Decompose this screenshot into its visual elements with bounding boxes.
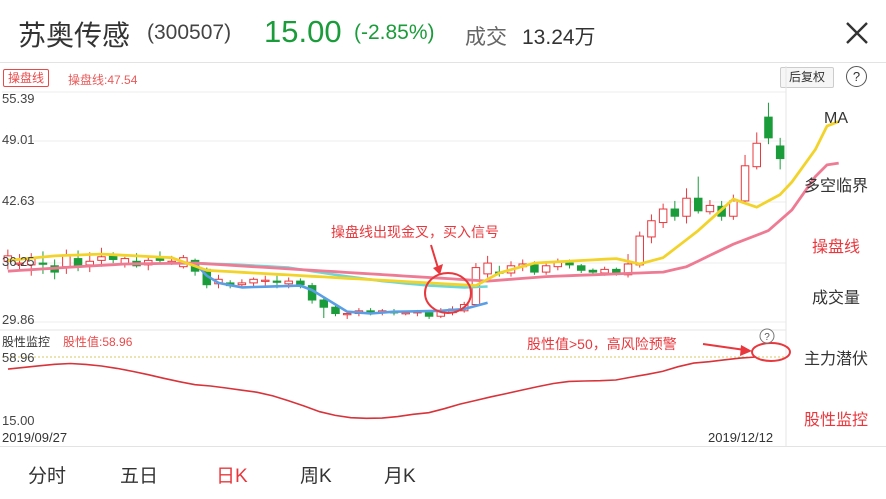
candle-up (97, 256, 106, 261)
tab-weekly-k[interactable]: 周K (300, 461, 332, 488)
side-item-trading-line[interactable]: 操盘线 (790, 233, 882, 257)
candle-down (588, 269, 598, 273)
candle-up (342, 313, 352, 316)
candle-down (272, 280, 282, 283)
y-tick-label: 42.63 (2, 193, 35, 208)
candle-down (693, 197, 703, 212)
y-tick-label: 36.25 (2, 254, 35, 269)
y-tick-label: 29.86 (2, 312, 35, 327)
golden-cross-annotation: 操盘线出现金叉，买入信号 (331, 224, 499, 240)
risk-warning-annotation: 股性值>50，高风险预警 (527, 336, 677, 352)
candle-down (530, 264, 539, 273)
sub-chart-value: 股性值:58.96 (63, 335, 133, 349)
candle-up (740, 165, 750, 202)
sub-y-tick-label: 15.00 (2, 413, 35, 428)
candle-down (38, 262, 48, 265)
candle-up (284, 280, 293, 285)
indicator-side-menu: MA 多空临界 操盘线 成交量 主力潜伏 股性监控 (790, 90, 886, 440)
tab-five-day[interactable]: 五日 (120, 461, 158, 488)
candle-up (261, 279, 270, 282)
side-item-volume[interactable]: 成交量 (790, 284, 882, 308)
candle-up (249, 278, 258, 284)
period-tabs: 分时 五日 日K 周K 月K (0, 446, 886, 499)
candle-up (635, 235, 644, 266)
candle-up (682, 197, 691, 217)
candle-up (647, 220, 656, 238)
candle-down (576, 265, 586, 271)
sub-help-symbol: ? (764, 332, 770, 343)
side-item-main-force[interactable]: 主力潜伏 (790, 345, 882, 369)
candle-down (296, 280, 305, 286)
candle-down (319, 299, 329, 308)
candle-up (705, 204, 715, 213)
candle-down (73, 258, 83, 267)
date-start: 2019/09/27 (2, 430, 68, 445)
sub-y-tick-label: 58.96 (2, 350, 35, 365)
side-item-stock-monitor[interactable]: 股性监控 (790, 406, 882, 430)
risk-arrow (702, 343, 746, 351)
y-tick-label: 55.39 (2, 91, 35, 106)
annotation-arrow (430, 244, 439, 269)
tab-intraday[interactable]: 分时 (28, 461, 66, 488)
candle-up (658, 208, 668, 224)
tab-daily-k[interactable]: 日K (216, 461, 248, 488)
candle-up (600, 268, 609, 274)
candle-up (483, 262, 492, 275)
y-tick-label: 49.01 (2, 132, 35, 147)
candle-down (108, 255, 118, 260)
date-end: 2019/12/12 (708, 430, 774, 445)
sub-chart-label: 股性监控 (2, 335, 51, 349)
risk-circle (751, 342, 791, 362)
candle-down (331, 306, 340, 315)
blue-line (194, 262, 488, 315)
candle-up (752, 142, 761, 168)
candle-up (541, 265, 551, 273)
risk-arrowhead (740, 345, 752, 356)
candle-up (85, 260, 95, 266)
candle-up (237, 282, 247, 286)
candle-down (670, 208, 680, 217)
candle-down (424, 312, 434, 317)
candle-down (775, 145, 785, 160)
tab-monthly-k[interactable]: 月K (384, 461, 416, 488)
candle-down (565, 262, 574, 266)
side-item-ma[interactable]: MA (790, 110, 882, 128)
stock-monitor-line (7, 356, 757, 420)
candle-down (764, 116, 773, 139)
side-item-long-short[interactable]: 多空临界 (790, 172, 882, 196)
